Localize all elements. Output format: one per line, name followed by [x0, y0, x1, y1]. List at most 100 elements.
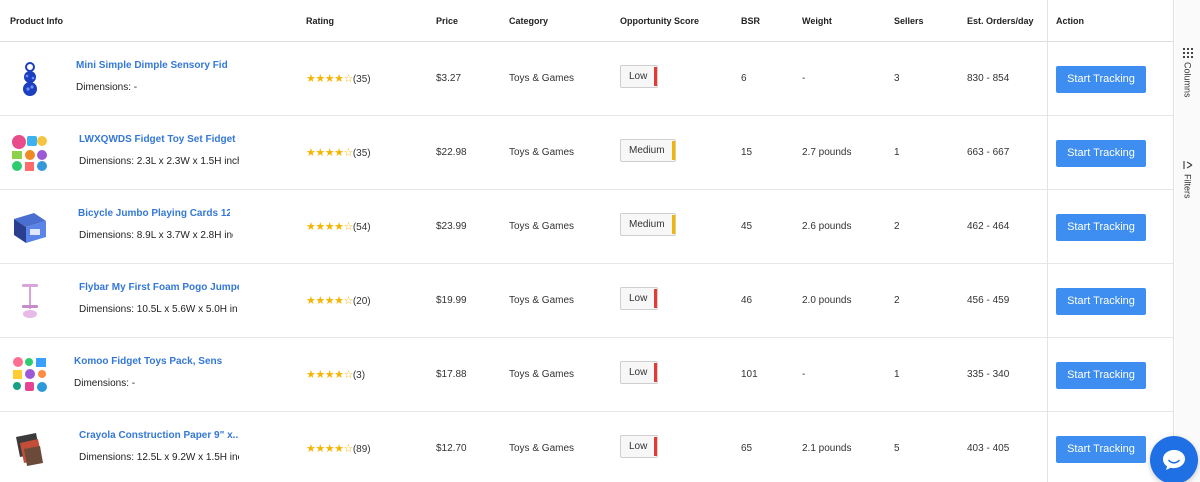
price: $17.88	[436, 369, 467, 380]
category: Toys & Games	[509, 295, 575, 306]
product-thumbnail[interactable]	[10, 207, 50, 247]
product-thumbnail[interactable]	[10, 429, 50, 469]
product-dimensions: Dimensions: -	[76, 82, 138, 93]
category: Toys & Games	[509, 73, 575, 84]
score-indicator-bar	[654, 67, 658, 86]
review-count: (89)	[352, 444, 371, 455]
est-orders: 663 - 667	[967, 147, 1010, 158]
bsr: 6	[741, 73, 747, 84]
price: $19.99	[436, 295, 467, 306]
product-thumbnail[interactable]	[10, 59, 50, 99]
filters-tab[interactable]: Filters	[1175, 160, 1200, 199]
star-rating-icon: ★★★★☆	[306, 443, 353, 455]
review-count: (54)	[352, 222, 371, 233]
star-rating-icon: ★★★★☆	[306, 221, 353, 233]
opportunity-score-badge: Medium	[620, 139, 676, 162]
product-dimensions: Dimensions: 2.3L x 2.3W x 1.5H inch	[79, 156, 239, 167]
columns-tab[interactable]: Columns	[1175, 48, 1200, 98]
filters-tab-label: Filters	[1182, 174, 1193, 199]
start-tracking-button[interactable]: Start Tracking	[1056, 214, 1146, 241]
sellers: 1	[894, 147, 900, 158]
product-thumbnail[interactable]	[10, 355, 50, 395]
star-rating-icon: ★★★★☆	[306, 147, 353, 159]
product-thumbnail[interactable]	[10, 281, 50, 321]
category: Toys & Games	[509, 443, 575, 454]
category: Toys & Games	[509, 147, 575, 158]
sellers: 2	[894, 295, 900, 306]
score-indicator-bar	[654, 437, 658, 456]
product-name-link[interactable]: Mini Simple Dimple Sensory Fidg	[76, 60, 228, 71]
review-count: (3)	[352, 370, 366, 381]
price: $23.99	[436, 221, 467, 232]
sellers: 1	[894, 369, 900, 380]
grid-header: Product Info Rating Price Category Oppor…	[0, 0, 1173, 42]
table-row: Crayola Construction Paper 9" x... Dimens…	[0, 412, 1173, 482]
rating: ★★★★☆(35)	[306, 72, 371, 85]
sellers: 5	[894, 443, 900, 454]
start-tracking-button[interactable]: Start Tracking	[1056, 362, 1146, 389]
columns-tab-label: Columns	[1182, 62, 1193, 98]
opportunity-score-badge: Low	[620, 361, 659, 384]
opportunity-score-label: Low	[629, 441, 648, 452]
bsr: 101	[741, 369, 758, 380]
col-header-product-info[interactable]: Product Info	[10, 0, 63, 42]
product-name-link[interactable]: Flybar My First Foam Pogo Jumper	[79, 282, 239, 293]
rating: ★★★★☆(54)	[306, 220, 371, 233]
weight: 2.7 pounds	[802, 147, 852, 158]
category: Toys & Games	[509, 369, 575, 380]
product-grid: Product Info Rating Price Category Oppor…	[0, 0, 1174, 482]
product-name-link[interactable]: Komoo Fidget Toys Pack, Sensor	[74, 356, 222, 367]
rating: ★★★★☆(3)	[306, 368, 365, 381]
col-header-action[interactable]: Action	[1056, 0, 1084, 42]
action-column-divider	[1047, 0, 1048, 482]
product-name-link[interactable]: LWXQWDS Fidget Toy Set Fidget Pa	[79, 134, 239, 145]
rating: ★★★★☆(20)	[306, 294, 371, 307]
chat-support-button[interactable]	[1150, 436, 1198, 482]
col-header-weight[interactable]: Weight	[802, 0, 832, 42]
star-rating-icon: ★★★★☆	[306, 295, 353, 307]
start-tracking-button[interactable]: Start Tracking	[1056, 436, 1146, 463]
product-thumbnail[interactable]	[10, 133, 50, 173]
product-name-link[interactable]: Bicycle Jumbo Playing Cards 12...	[78, 208, 230, 219]
table-row: Komoo Fidget Toys Pack, Sensor Dimensions…	[0, 338, 1173, 412]
est-orders: 403 - 405	[967, 443, 1010, 454]
opportunity-score-label: Medium	[629, 145, 665, 156]
rating: ★★★★☆(89)	[306, 442, 371, 455]
est-orders: 456 - 459	[967, 295, 1010, 306]
score-indicator-bar	[671, 215, 675, 234]
bsr: 45	[741, 221, 753, 232]
col-header-opportunity-score[interactable]: Opportunity Score	[620, 0, 699, 42]
col-header-bsr[interactable]: BSR	[741, 0, 760, 42]
sellers: 2	[894, 221, 900, 232]
col-header-rating[interactable]: Rating	[306, 0, 334, 42]
col-header-price[interactable]: Price	[436, 0, 458, 42]
opportunity-score-label: Low	[629, 71, 648, 82]
star-rating-icon: ★★★★☆	[306, 369, 353, 381]
product-dimensions: Dimensions: 8.9L x 3.7W x 2.8H inc	[79, 230, 233, 241]
price: $3.27	[436, 73, 462, 84]
col-header-est-orders[interactable]: Est. Orders/day	[967, 0, 1034, 42]
col-header-sellers[interactable]: Sellers	[894, 0, 924, 42]
start-tracking-button[interactable]: Start Tracking	[1056, 66, 1146, 93]
col-header-category[interactable]: Category	[509, 0, 548, 42]
opportunity-score-badge: Medium	[620, 213, 676, 236]
star-rating-icon: ★★★★☆	[306, 73, 353, 85]
opportunity-score-badge: Low	[620, 287, 659, 310]
bsr: 46	[741, 295, 753, 306]
start-tracking-button[interactable]: Start Tracking	[1056, 140, 1146, 167]
start-tracking-button[interactable]: Start Tracking	[1056, 288, 1146, 315]
product-name-link[interactable]: Crayola Construction Paper 9" x...	[79, 430, 239, 441]
est-orders: 335 - 340	[967, 369, 1010, 380]
score-indicator-bar	[671, 141, 675, 160]
opportunity-score-label: Medium	[629, 219, 665, 230]
bsr: 15	[741, 147, 753, 158]
sellers: 3	[894, 73, 900, 84]
review-count: (35)	[352, 74, 371, 85]
opportunity-score-label: Low	[629, 293, 648, 304]
weight: -	[802, 369, 806, 380]
table-row: Bicycle Jumbo Playing Cards 12... Dimensi…	[0, 190, 1173, 264]
rating: ★★★★☆(35)	[306, 146, 371, 159]
chat-icon	[1163, 450, 1185, 470]
weight: -	[802, 73, 806, 84]
product-dimensions: Dimensions: 12.5L x 9.2W x 1.5H inc	[79, 452, 239, 463]
